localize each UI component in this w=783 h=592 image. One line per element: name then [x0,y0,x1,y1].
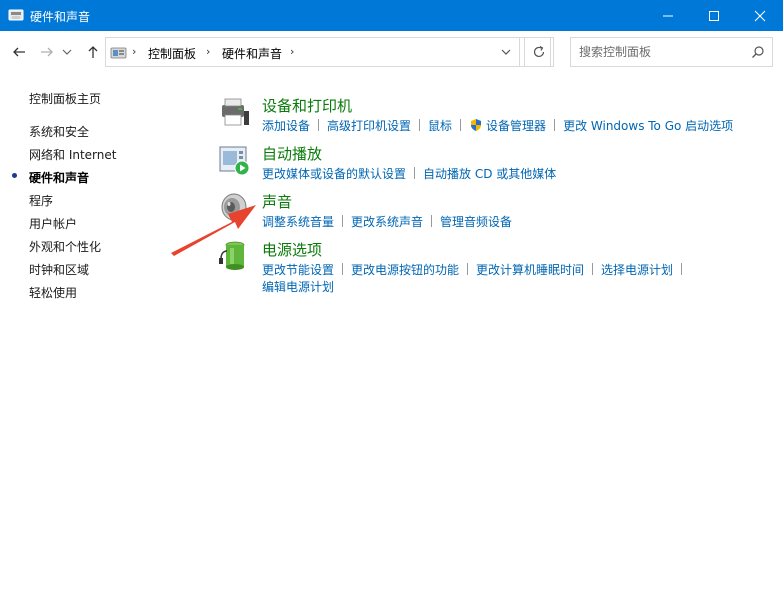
refresh-icon [533,45,545,58]
control-panel-location-icon [110,47,127,59]
sidebar-item-clock-region[interactable]: 时钟和区域 [29,261,89,278]
autoplay-icon [219,146,250,176]
uac-shield-icon [471,119,482,131]
manage-audio-devices-link[interactable]: 管理音频设备 [440,215,512,229]
search-input[interactable] [579,43,744,61]
divider [431,215,433,227]
divider [554,119,556,131]
advanced-printer-settings-link[interactable]: 高级打印机设置 [327,119,411,133]
change-power-saving-link[interactable]: 更改节能设置 [262,263,334,277]
window-title: 硬件和声音 [30,10,91,24]
sidebar-item-network-internet[interactable]: 网络和 Internet [29,146,116,163]
close-icon [754,10,766,21]
divider [467,263,469,275]
divider [460,119,462,131]
power-button-function-link[interactable]: 更改电源按钮的功能 [351,263,459,277]
change-system-sounds-link[interactable]: 更改系统声音 [351,215,423,229]
breadcrumb-separator[interactable]: › [132,45,136,58]
sidebar-item-system-security[interactable]: 系统和安全 [29,123,89,140]
address-dropdown-button[interactable] [492,37,520,67]
autoplay-heading[interactable]: 自动播放 [262,143,322,164]
autoplay-links: 更改媒体或设备的默认设置 自动播放 CD 或其他媒体 [262,165,556,182]
minimize-icon [663,15,673,16]
maximize-icon [709,10,719,21]
back-button[interactable] [8,41,30,63]
sidebar-item-ease-of-access[interactable]: 轻松使用 [29,284,77,301]
address-bar[interactable]: › 控制面板 › 硬件和声音 › [105,37,551,67]
battery-icon [219,241,245,270]
search-box[interactable] [570,37,773,67]
maximize-button[interactable] [691,0,737,31]
chevron-down-icon [501,49,510,55]
divider [342,215,344,227]
breadcrumb-separator[interactable]: › [206,45,210,58]
breadcrumb-hardware-sound[interactable]: 硬件和声音 [222,45,282,62]
autoplay-cd-link[interactable]: 自动播放 CD 或其他媒体 [423,167,556,181]
up-arrow-icon [88,46,98,58]
change-media-defaults-link[interactable]: 更改媒体或设备的默认设置 [262,167,406,181]
speaker-icon [221,193,247,221]
title-bar: 硬件和声音 [0,0,783,31]
add-device-link[interactable]: 添加设备 [262,119,310,133]
printer-icon [222,98,249,126]
active-indicator [12,173,17,178]
navigation-bar: › 控制面板 › 硬件和声音 › [0,31,783,72]
devices-printers-links: 添加设备 高级打印机设置 鼠标 设备管理器 更改 Windows To Go 启动选项 [262,117,733,134]
minimize-button[interactable] [645,0,691,31]
change-sleep-time-link[interactable]: 更改计算机睡眠时间 [476,263,584,277]
power-options-links-row2: 编辑电源计划 [262,278,334,295]
mouse-link[interactable]: 鼠标 [428,119,452,133]
refresh-button[interactable] [524,37,554,67]
device-manager-link[interactable]: 设备管理器 [486,119,546,133]
breadcrumb-separator[interactable]: › [290,45,294,58]
forward-button[interactable] [36,41,58,63]
adjust-volume-link[interactable]: 调整系统音量 [262,215,334,229]
sound-heading[interactable]: 声音 [262,191,292,212]
breadcrumb-control-panel[interactable]: 控制面板 [148,45,196,62]
power-options-links: 更改节能设置 更改电源按钮的功能 更改计算机睡眠时间 选择电源计划 [262,261,690,278]
power-options-heading[interactable]: 电源选项 [262,239,322,260]
recent-locations-button[interactable] [60,41,74,63]
windows-to-go-link[interactable]: 更改 Windows To Go 启动选项 [563,119,733,133]
divider [414,167,416,179]
sidebar-item-hardware-sound[interactable]: 硬件和声音 [29,169,89,186]
search-icon[interactable] [751,45,765,59]
sidebar-item-appearance[interactable]: 外观和个性化 [29,238,101,255]
sidebar-item-programs[interactable]: 程序 [29,192,53,209]
chevron-down-icon [62,49,72,55]
sound-links: 调整系统音量 更改系统声音 管理音频设备 [262,213,512,230]
choose-power-plan-link[interactable]: 选择电源计划 [601,263,673,277]
up-button[interactable] [82,41,104,63]
close-button[interactable] [737,0,783,31]
divider [592,263,594,275]
annotation-arrow [171,205,256,256]
back-arrow-icon [13,47,25,57]
divider [318,119,320,131]
divider [419,119,421,131]
edit-power-plan-link[interactable]: 编辑电源计划 [262,280,334,294]
forward-arrow-icon [41,47,53,57]
sidebar-item-control-panel-home[interactable]: 控制面板主页 [29,90,101,107]
devices-printers-heading[interactable]: 设备和打印机 [262,95,352,116]
sidebar-item-user-accounts[interactable]: 用户帐户 [29,215,77,232]
control-panel-icon [8,9,24,21]
divider [342,263,344,275]
divider [681,263,683,275]
